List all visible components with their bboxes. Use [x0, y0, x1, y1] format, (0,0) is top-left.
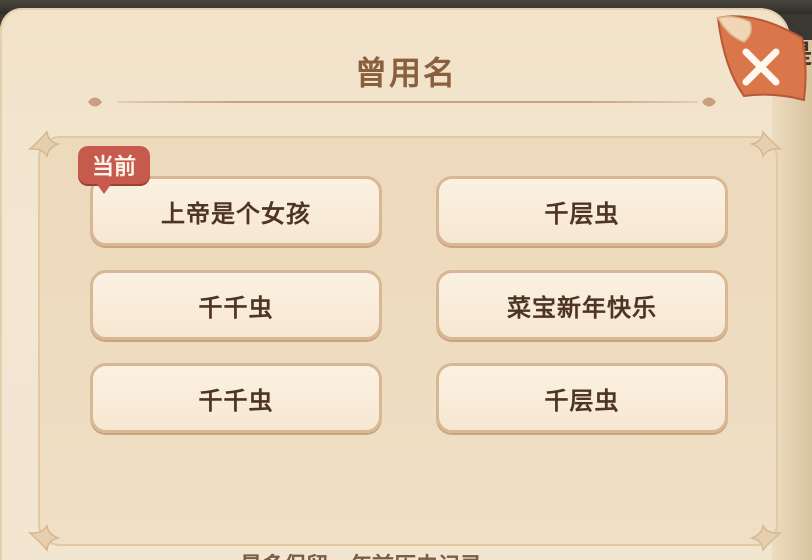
name-item-current[interactable]: 上帝是个女孩 — [90, 176, 382, 246]
corner-flourish-icon — [27, 523, 61, 552]
corner-flourish-icon — [27, 130, 61, 159]
corner-flourish-icon — [749, 523, 783, 552]
name-item[interactable]: 菜宝新年快乐 — [436, 270, 728, 340]
leaf-ornament-icon — [88, 97, 102, 107]
dialog-panel-edge — [772, 40, 812, 560]
close-x-icon — [716, 15, 807, 102]
name-item[interactable]: 千千虫 — [90, 363, 382, 433]
name-item[interactable]: 千层虫 — [436, 176, 728, 246]
close-button[interactable] — [714, 8, 812, 104]
name-item[interactable]: 千千虫 — [90, 270, 382, 340]
name-item[interactable]: 千层虫 — [436, 363, 728, 433]
footer-note: 最多保留一年前历史记录 — [240, 548, 482, 560]
dialog-title: 曾用名 — [354, 54, 457, 92]
title-divider — [118, 101, 698, 103]
current-badge: 当前 — [78, 146, 151, 194]
corner-flourish-icon — [749, 130, 783, 159]
name-history-screen: 帝是 曾用名 上帝是个女孩 千层虫 千千虫 菜宝新年快乐 千千虫 千层虫 当前 … — [0, 0, 812, 560]
